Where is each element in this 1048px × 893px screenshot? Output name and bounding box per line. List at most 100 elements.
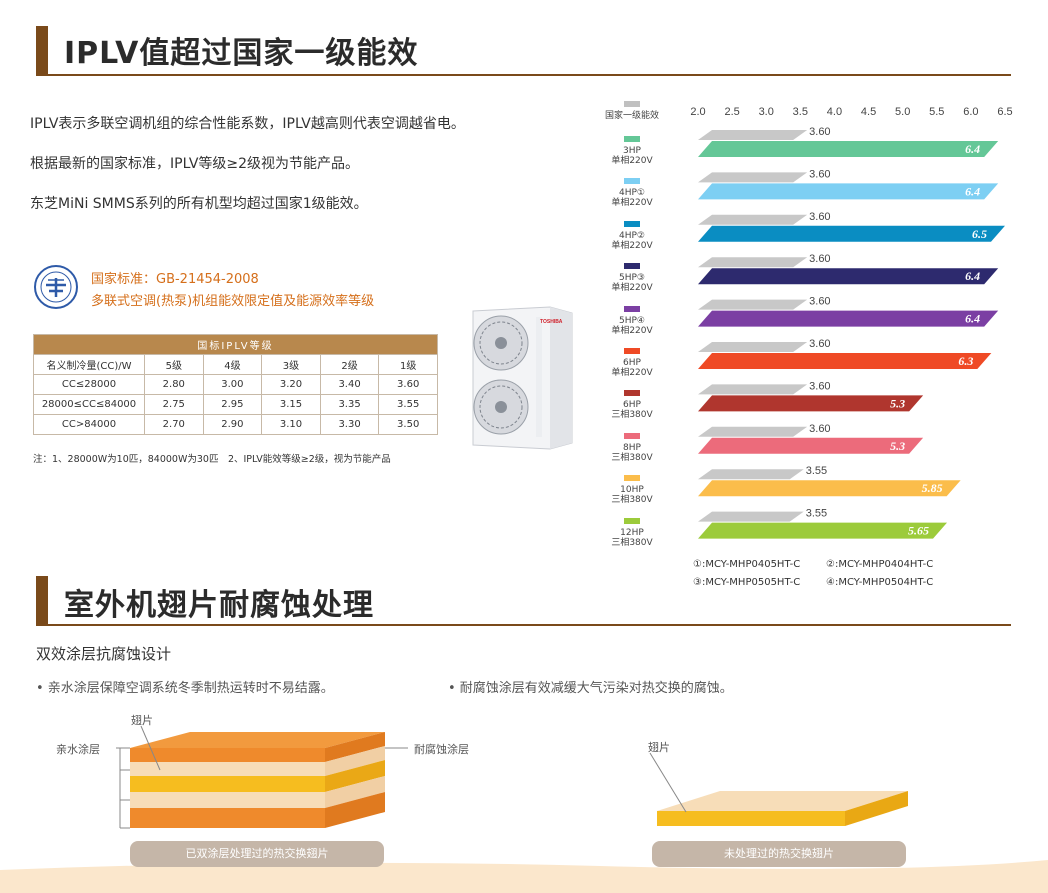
table-cell: 3.60 — [378, 374, 438, 395]
legend-swatch — [624, 475, 640, 482]
table-cell: 3.10 — [261, 414, 321, 435]
reference-value-label: 3.60 — [809, 296, 830, 308]
national-standard-seal-icon — [34, 265, 78, 309]
reference-bar — [698, 130, 808, 140]
iplv-grade-table: 国标IPLV等级 名义制冷量(CC)/W 5级 4级 3级 2级 1级 CC≤2… — [33, 334, 438, 435]
table-cell: 3.35 — [319, 394, 380, 415]
legend-swatch — [624, 348, 640, 354]
reference-bar — [698, 384, 808, 395]
model-note-3: ③:MCY-MHP0505HT-C — [693, 577, 801, 588]
table-cell: 3.55 — [378, 394, 438, 415]
legend-model-label: 10HP — [620, 485, 644, 496]
fin-label-uncoated: 翅片 — [648, 741, 670, 754]
table-cell: 28000≤CC≤84000 — [33, 394, 145, 415]
intro-paragraph-3: 东芝MiNi SMMS系列的所有机型均超过国家1级能效。 — [30, 196, 368, 212]
reference-bar — [698, 257, 808, 268]
legend-phase-label: 单相220V — [611, 368, 653, 378]
value-bar — [698, 268, 999, 285]
model-note-1: ①:MCY-MHP0405HT-C — [693, 559, 801, 570]
reference-value-label: 3.60 — [809, 380, 830, 392]
x-tick-label: 5.5 — [929, 106, 944, 118]
x-tick-label: 5.0 — [895, 106, 910, 118]
value-bar — [698, 183, 999, 200]
hydrophilic-bullet: • 亲水涂层保障空调系统冬季制热运转时不易结露。 — [36, 681, 334, 696]
value-label: 6.4 — [965, 312, 980, 326]
table-col-header: 1级 — [378, 354, 438, 375]
table-cell: 3.30 — [319, 414, 380, 435]
legend-phase-label: 三相380V — [611, 410, 653, 421]
legend-model-label: 4HP② — [619, 230, 645, 241]
coated-fin-stack — [130, 732, 385, 828]
table-cell: 2.75 — [144, 394, 204, 415]
standard-code: 国家标准：GB-21454-2008 — [91, 272, 259, 287]
legend-swatch — [624, 432, 640, 439]
legend-phase-label: 单相220V — [611, 198, 653, 209]
table-note: 注：1、28000W为10匹，84000W为30匹 2、IPLV能效等级≥2级，… — [33, 454, 391, 465]
uncoated-fin-caption: 未处理过的热交换翅片 — [652, 841, 906, 867]
value-label: 6.4 — [965, 269, 980, 283]
reference-bar — [698, 172, 808, 183]
value-bar — [698, 353, 992, 369]
legend-item: 8HP 三相380V — [600, 432, 664, 463]
fin-label-coated: 翅片 — [131, 714, 153, 727]
section1-title-bar — [36, 26, 48, 76]
legend-swatch — [624, 178, 640, 185]
anticorrosion-bullet: • 耐腐蚀涂层有效减缓大气污染对热交换的腐蚀。 — [448, 681, 733, 696]
section2-title-bar — [36, 576, 48, 626]
value-bar — [698, 225, 1005, 242]
section2-rule — [36, 624, 1011, 626]
table-row: CC≤28000 2.80 3.00 3.20 3.40 3.60 — [33, 374, 438, 395]
value-label: 6.4 — [965, 184, 980, 198]
x-tick-label: 6.0 — [963, 106, 978, 118]
reference-bar — [698, 214, 808, 225]
legend-item: 6HP 单相220V — [600, 348, 664, 378]
value-bar — [698, 141, 999, 157]
table-cell: 3.40 — [319, 374, 380, 395]
x-tick-label: 4.5 — [861, 106, 876, 118]
section2-title: 室外机翅片耐腐蚀处理 — [64, 588, 374, 623]
legend-swatch — [624, 305, 640, 312]
x-tick-label: 2.0 — [690, 106, 705, 118]
legend-model-label: 3HP — [623, 146, 641, 156]
legend-swatch — [624, 517, 640, 524]
x-tick-label: 3.5 — [793, 106, 808, 118]
legend-model-label: 4HP① — [619, 188, 645, 199]
legend-phase-label: 单相220V — [611, 240, 653, 251]
coated-fin-caption: 已双涂层处理过的热交换翅片 — [130, 841, 384, 867]
table-col-header: 2级 — [319, 354, 380, 375]
uncoated-fin — [657, 791, 908, 826]
value-bar — [698, 310, 999, 327]
legend-swatch — [624, 263, 640, 270]
reference-bar — [698, 469, 804, 480]
table-cell: 2.90 — [202, 414, 263, 435]
reference-value-label: 3.60 — [809, 338, 830, 350]
section1-rule — [36, 74, 1011, 76]
table-cell: 3.20 — [261, 374, 321, 395]
table-cell: 3.00 — [202, 374, 263, 395]
reference-bar — [698, 299, 808, 310]
value-label: 5.85 — [922, 481, 943, 495]
table-cell: 2.70 — [144, 414, 204, 435]
legend-phase-label: 三相380V — [611, 452, 653, 463]
table-cell: 3.15 — [261, 394, 321, 415]
x-tick-label: 2.5 — [724, 106, 739, 118]
intro-paragraph-1: IPLV表示多联空调机组的综合性能系数，IPLV越高则代表空调越省电。 — [30, 116, 465, 132]
anticorrosion-coating-label: 耐腐蚀涂层 — [414, 743, 469, 756]
value-label: 5.3 — [890, 439, 905, 453]
legend-item: 12HP 三相380V — [600, 517, 664, 548]
table-cell: CC≤28000 — [33, 374, 145, 395]
reference-value-label: 3.60 — [809, 423, 830, 435]
value-label: 5.65 — [908, 524, 929, 538]
reference-bar — [698, 426, 808, 437]
legend-model-label: 5HP④ — [619, 315, 645, 326]
value-label: 6.4 — [965, 142, 980, 156]
legend-item: 4HP② 单相220V — [600, 220, 664, 251]
x-tick-label: 3.0 — [759, 106, 774, 118]
intro-paragraph-2: 根据最新的国家标准，IPLV等级≥2级视为节能产品。 — [30, 156, 360, 172]
legend-phase-label: 三相380V — [611, 495, 653, 506]
table-header: 国标IPLV等级 — [33, 334, 438, 355]
legend-swatch — [624, 390, 640, 397]
reference-value-label: 3.60 — [809, 211, 830, 223]
standard-name: 多联式空调(热泵)机组能效限定值及能源效率等级 — [91, 294, 375, 309]
model-note-2: ②:MCY-MHP0404HT-C — [826, 559, 934, 570]
